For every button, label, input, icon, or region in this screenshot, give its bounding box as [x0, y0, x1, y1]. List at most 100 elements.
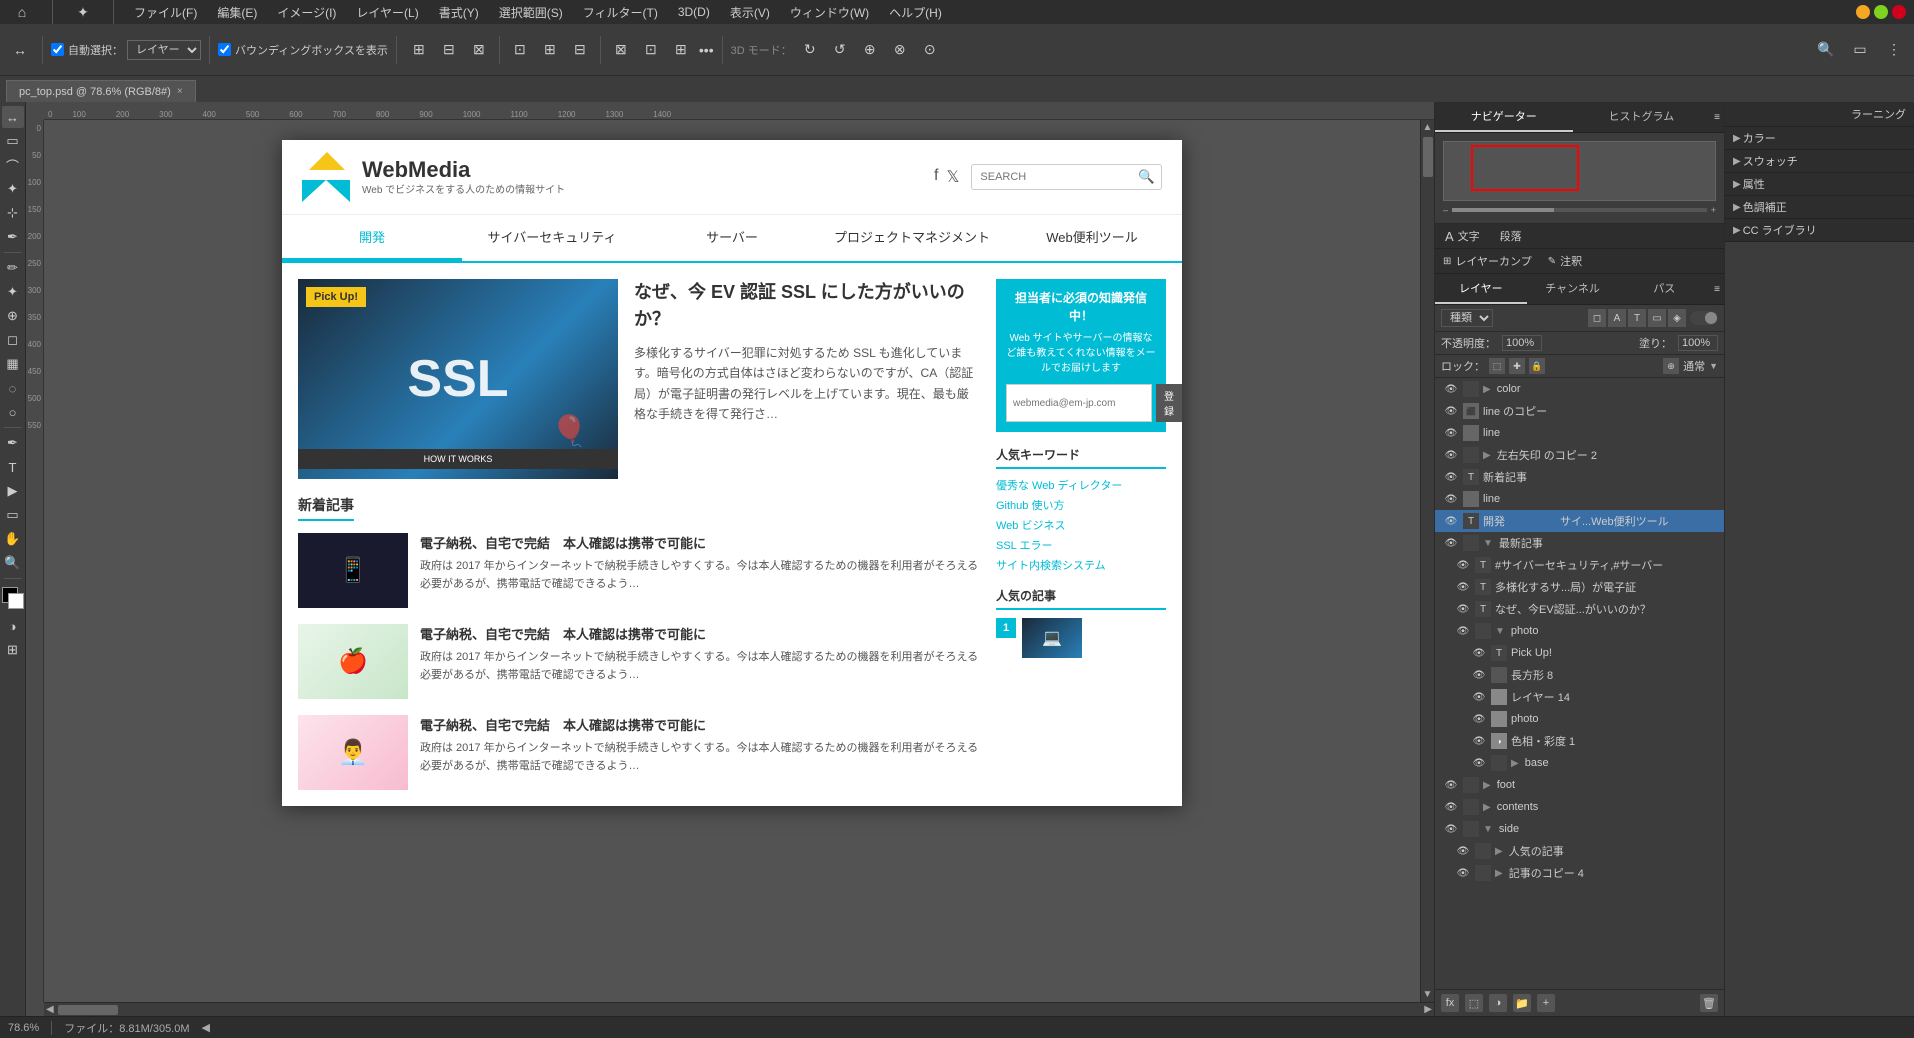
more-options[interactable]: •••: [699, 42, 714, 58]
scrollbar-thumb[interactable]: [1423, 137, 1433, 177]
delete-layer-btn[interactable]: 🗑: [1700, 994, 1718, 1012]
type-tool[interactable]: T: [2, 456, 24, 478]
eraser-tool[interactable]: ◻: [2, 329, 24, 351]
close-button[interactable]: [1892, 5, 1906, 19]
tag-item-1[interactable]: Github 使い方: [996, 497, 1166, 513]
expand-icon-7[interactable]: ▼: [1483, 538, 1493, 549]
layer-line[interactable]: 👁 line: [1435, 422, 1724, 444]
search-toolbar-icon[interactable]: 🔍: [1812, 36, 1840, 64]
fill-input[interactable]: [1678, 335, 1718, 351]
add-effect-btn[interactable]: fx: [1441, 994, 1459, 1012]
quick-select-tool[interactable]: ✦: [2, 178, 24, 200]
swatches-collapse-icon[interactable]: ▶: [1733, 156, 1741, 167]
menu-item-format[interactable]: 書式(Y): [435, 2, 483, 23]
layer-dev-text[interactable]: 👁 T 開発 サイ...Web便利ツール: [1435, 510, 1724, 532]
newsletter-email-input[interactable]: [1006, 384, 1152, 422]
expand-icon-3[interactable]: ▶: [1483, 450, 1491, 461]
3d-icon5[interactable]: ⊙: [916, 36, 944, 64]
layer-diverse-text[interactable]: 👁 T 多様化するサ...局）が電子証: [1435, 576, 1724, 598]
visibility-icon-15[interactable]: 👁: [1471, 711, 1487, 727]
layer-article-copy4[interactable]: 👁 ▶ 記事のコピー 4: [1435, 862, 1724, 884]
hscrollbar-thumb[interactable]: [58, 1005, 118, 1015]
maximize-button[interactable]: [1874, 5, 1888, 19]
paragraph-icon[interactable]: 段落: [1490, 224, 1532, 248]
layer-contents[interactable]: 👁 ▶ contents: [1435, 796, 1724, 818]
expand-icon-19[interactable]: ▶: [1483, 802, 1491, 813]
tag-item-2[interactable]: Web ビジネス: [996, 517, 1166, 533]
layer-filter-toggle[interactable]: [1690, 311, 1718, 325]
menu-item-edit[interactable]: 編集(E): [213, 2, 261, 23]
menu-item-view[interactable]: 表示(V): [726, 2, 774, 23]
layer-arrows-copy[interactable]: 👁 ▶ 左右矢印 のコピー 2: [1435, 444, 1724, 466]
layer-line2[interactable]: 👁 line: [1435, 488, 1724, 510]
lock-position-btn[interactable]: ✚: [1509, 358, 1525, 374]
cc-libraries-collapse-icon[interactable]: ▶: [1733, 225, 1741, 236]
menu-item-help[interactable]: ヘルプ(H): [885, 2, 946, 23]
opacity-input[interactable]: [1502, 335, 1542, 351]
tag-item-3[interactable]: SSL エラー: [996, 537, 1166, 553]
nav-item-server[interactable]: サーバー: [642, 215, 822, 261]
visibility-icon-0[interactable]: 👁: [1443, 381, 1459, 397]
path-select-tool[interactable]: ▶: [2, 480, 24, 502]
screen-mode-icon[interactable]: ⊞: [2, 639, 24, 661]
visibility-icon-14[interactable]: 👁: [1471, 689, 1487, 705]
layer-line-copy[interactable]: 👁 ⬛ line のコピー: [1435, 400, 1724, 422]
menu-item-3d[interactable]: 3D(D): [674, 3, 714, 21]
distribute-icon1[interactable]: ⊡: [506, 36, 534, 64]
bounding-box-checkbox[interactable]: [218, 43, 231, 56]
adjustment-layer-icon[interactable]: A: [1608, 309, 1626, 327]
document-tab[interactable]: pc_top.psd @ 78.6% (RGB/8#) ×: [6, 80, 196, 102]
pen-tool[interactable]: ✒: [2, 432, 24, 454]
3d-icon2[interactable]: ↺: [826, 36, 854, 64]
tag-item-0[interactable]: 優秀な Web ディレクター: [996, 477, 1166, 493]
blur-tool[interactable]: ◌: [2, 377, 24, 399]
tab-close-icon[interactable]: ×: [177, 86, 183, 97]
panel-icon1[interactable]: ▭: [1846, 36, 1874, 64]
nav-item-security[interactable]: サイバーセキュリティ: [462, 215, 642, 261]
tab-navigator[interactable]: ナビゲーター: [1435, 102, 1573, 132]
tag-item-4[interactable]: サイト内検索システム: [996, 557, 1166, 573]
visibility-icon-18[interactable]: 👁: [1443, 777, 1459, 793]
lasso-tool[interactable]: ⌒: [2, 154, 24, 176]
lock-pixels-btn[interactable]: ⬚: [1489, 358, 1505, 374]
shape-tool[interactable]: ▭: [2, 504, 24, 526]
layer-photo-group[interactable]: 👁 ▼ photo: [1435, 620, 1724, 642]
vertical-scrollbar[interactable]: ▲ ▼: [1420, 120, 1434, 1002]
layer-pickup-text[interactable]: 👁 T Pick Up!: [1435, 642, 1724, 664]
3d-icon1[interactable]: ↻: [796, 36, 824, 64]
expand-icon-21[interactable]: ▶: [1495, 846, 1503, 857]
layer-new-articles[interactable]: 👁 T 新着記事: [1435, 466, 1724, 488]
tab-paths[interactable]: パス: [1618, 274, 1710, 304]
visibility-icon-19[interactable]: 👁: [1443, 799, 1459, 815]
new-layer-btn[interactable]: +: [1537, 994, 1555, 1012]
gradient-tool[interactable]: ▦: [2, 353, 24, 375]
expand-icon-18[interactable]: ▶: [1483, 780, 1491, 791]
menu-item-layer[interactable]: レイヤー(L): [352, 2, 422, 23]
tab-channels[interactable]: チャンネル: [1527, 274, 1619, 304]
menu-item-filter[interactable]: フィルター(T): [579, 2, 662, 23]
color-collapse-icon[interactable]: ▶: [1733, 133, 1741, 144]
minimize-button[interactable]: [1856, 5, 1870, 19]
visibility-icon-11[interactable]: 👁: [1455, 623, 1471, 639]
visibility-icon-16[interactable]: 👁: [1471, 733, 1487, 749]
layercomp-tab[interactable]: ⊞ レイヤーカンプ: [1435, 249, 1540, 273]
home-icon[interactable]: ⌂: [8, 0, 36, 26]
align-right-icon[interactable]: ⊠: [465, 36, 493, 64]
nav-item-dev[interactable]: 開発: [282, 215, 462, 261]
new-group-btn[interactable]: 📁: [1513, 994, 1531, 1012]
expand-icon-20[interactable]: ▼: [1483, 824, 1493, 835]
newsletter-submit-button[interactable]: 登録: [1156, 384, 1182, 422]
layer-select[interactable]: レイヤー: [127, 40, 201, 60]
distribute-icon5[interactable]: ⊡: [637, 36, 665, 64]
distribute-icon2[interactable]: ⊞: [536, 36, 564, 64]
brush-tool[interactable]: ✏: [2, 257, 24, 279]
lock-all-btn[interactable]: 🔒: [1529, 358, 1545, 374]
panel-collapse-icon[interactable]: ≡: [1714, 112, 1720, 123]
visibility-icon-2[interactable]: 👁: [1443, 425, 1459, 441]
distribute-icon3[interactable]: ⊟: [566, 36, 594, 64]
move-icon[interactable]: ✦: [69, 0, 97, 26]
nav-item-tools[interactable]: Web便利ツール: [1002, 215, 1182, 261]
marquee-tool[interactable]: ▭: [2, 130, 24, 152]
blend-mode-dropdown[interactable]: ▼: [1709, 361, 1718, 371]
learning-tab[interactable]: ラーニング: [1851, 109, 1906, 121]
